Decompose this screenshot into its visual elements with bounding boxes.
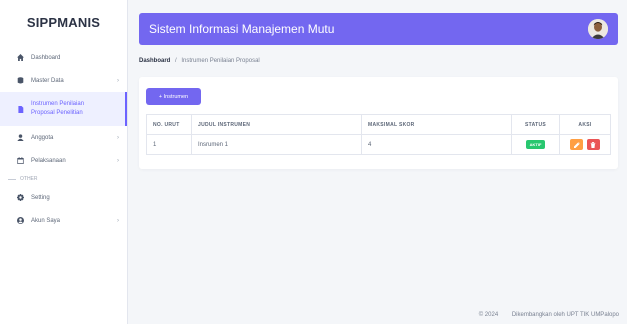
- brand-logo[interactable]: SIPPMANIS: [0, 0, 127, 44]
- footer-credit: Dikembangkan oleh UPT TIK UMPalopo: [511, 312, 619, 318]
- sidebar-item-label: Dashboard: [31, 54, 61, 61]
- table-row: 1 Insrumen 1 4 AKTIF: [146, 134, 611, 155]
- sidebar-nav: Dashboard Master Data › Instrumen Penila…: [0, 46, 127, 232]
- table-header-row: NO. URUT JUDUL INSTRUMEN MAKSIMAL SKOR S…: [146, 114, 611, 135]
- divider-line: [8, 178, 16, 180]
- user-avatar-icon: [588, 19, 608, 39]
- sidebar-item-anggota[interactable]: Anggota ›: [0, 126, 127, 149]
- column-header-no-urut: NO. URUT: [146, 114, 192, 135]
- sidebar-item-label: Pelaksanaan: [31, 157, 66, 164]
- add-instrumen-button[interactable]: + Instrumen: [146, 88, 201, 105]
- sidebar-item-label: Setting: [31, 194, 50, 201]
- database-icon: [16, 77, 24, 85]
- sidebar-item-akun-saya[interactable]: Akun Saya ›: [0, 209, 127, 232]
- calendar-icon: [16, 157, 24, 165]
- chevron-right-icon: ›: [117, 134, 119, 141]
- home-icon: [16, 54, 24, 62]
- file-icon: [16, 105, 24, 113]
- sidebar-item-instrumen-penilaian[interactable]: Instrumen Penilaian Proposal Penelitian: [0, 92, 127, 126]
- column-header-judul: JUDUL INSTRUMEN: [191, 114, 362, 135]
- edit-icon: [573, 141, 580, 148]
- label-line-1: Instrumen Penilaian: [31, 101, 85, 107]
- instrument-table: NO. URUT JUDUL INSTRUMEN MAKSIMAL SKOR S…: [146, 114, 611, 155]
- cell-no-urut: 1: [146, 134, 192, 155]
- column-header-status: STATUS: [511, 114, 560, 135]
- cell-aksi: [559, 134, 611, 155]
- footer: © 2024 Dikembangkan oleh UPT TIK UMPalop…: [479, 312, 619, 318]
- section-label: OTHER: [20, 176, 38, 182]
- cell-judul: Insrumen 1: [191, 134, 362, 155]
- label-line-2: Proposal Penelitian: [31, 110, 83, 116]
- chevron-right-icon: ›: [117, 157, 119, 164]
- sidebar-item-pelaksanaan[interactable]: Pelaksanaan ›: [0, 149, 127, 172]
- sidebar-item-master-data[interactable]: Master Data ›: [0, 69, 127, 92]
- column-header-skor: MAKSIMAL SKOR: [361, 114, 512, 135]
- cell-status: AKTIF: [511, 134, 560, 155]
- page-title: Sistem Informasi Manajemen Mutu: [149, 22, 335, 36]
- breadcrumb-separator: /: [175, 58, 177, 64]
- status-badge: AKTIF: [525, 140, 546, 149]
- chevron-right-icon: ›: [117, 77, 119, 84]
- sidebar-item-setting[interactable]: Setting: [0, 186, 127, 209]
- sidebar-item-label: Instrumen Penilaian Proposal Penelitian: [31, 100, 84, 118]
- sidebar-item-label: Anggota: [31, 134, 54, 141]
- user-icon: [16, 134, 24, 142]
- cell-skor: 4: [361, 134, 512, 155]
- instrument-card: + Instrumen NO. URUT JUDUL INSTRUMEN MAK…: [139, 77, 618, 169]
- column-header-aksi: AKSI: [559, 114, 611, 135]
- account-icon: [16, 217, 24, 225]
- breadcrumb: Dashboard / Instrumen Penilaian Proposal: [139, 58, 260, 64]
- sidebar-item-label: Akun Saya: [31, 217, 61, 224]
- avatar[interactable]: [588, 19, 608, 39]
- footer-year: © 2024: [478, 312, 499, 318]
- gear-icon: [16, 194, 24, 202]
- breadcrumb-dashboard-link[interactable]: Dashboard: [139, 58, 170, 64]
- trash-icon: [590, 141, 596, 148]
- sidebar-item-label: Master Data: [31, 77, 64, 84]
- chevron-right-icon: ›: [117, 217, 119, 224]
- sidebar: SIPPMANIS Dashboard Master Data › Instru…: [0, 0, 128, 324]
- sidebar-item-dashboard[interactable]: Dashboard: [0, 46, 127, 69]
- breadcrumb-current: Instrumen Penilaian Proposal: [181, 58, 260, 64]
- delete-button[interactable]: [586, 139, 600, 150]
- edit-button[interactable]: [570, 139, 584, 150]
- section-divider: OTHER: [0, 172, 127, 186]
- header-bar: Sistem Informasi Manajemen Mutu: [139, 13, 618, 45]
